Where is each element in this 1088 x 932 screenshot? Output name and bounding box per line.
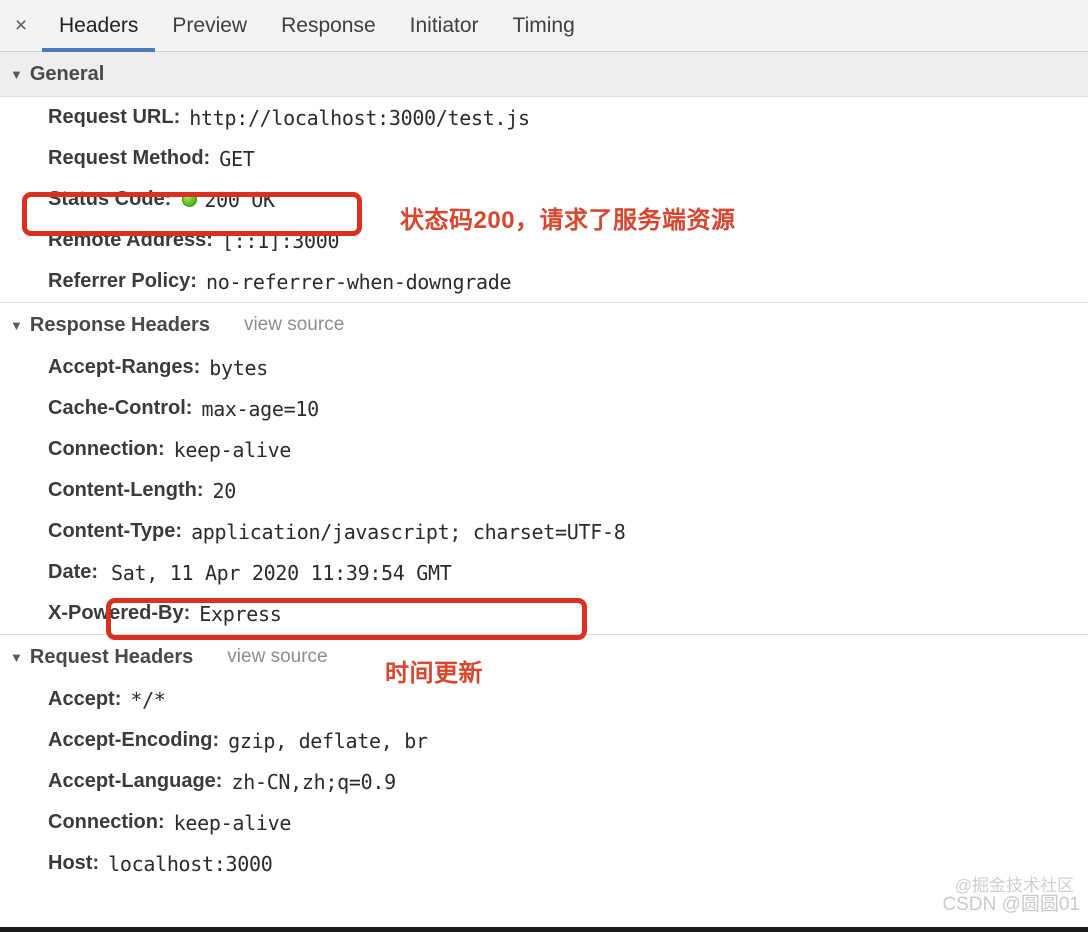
tab-headers-label: Headers: [59, 13, 139, 37]
header-value: no-referrer-when-downgrade: [205, 269, 512, 294]
chevron-down-icon[interactable]: ▼: [10, 68, 23, 81]
status-ok-dot-icon: [182, 192, 198, 207]
header-value: localhost:3000: [108, 851, 273, 876]
header-row: Request Method: GET: [0, 138, 1088, 179]
header-value: [::1]:3000: [221, 228, 340, 253]
header-name: Cache-Control:: [48, 397, 193, 419]
header-row: Cache-Control: max-age=10: [0, 388, 1088, 429]
watermark-csdn: CSDN @圆圆01: [942, 894, 1080, 915]
header-value: keep-alive: [173, 810, 292, 835]
header-row: Accept-Ranges: bytes: [0, 347, 1088, 388]
header-value: bytes: [209, 355, 268, 380]
section-title-general: General: [29, 62, 105, 85]
header-row: X-Powered-By: Express: [0, 593, 1088, 634]
chevron-down-icon[interactable]: ▼: [10, 651, 23, 664]
header-name: Status Code:: [48, 188, 172, 210]
header-name: Date:: [48, 561, 99, 583]
chevron-down-icon[interactable]: ▼: [10, 319, 23, 332]
section-header-request-headers[interactable]: ▼ Request Headers view source: [0, 634, 1088, 679]
tab-response[interactable]: Response: [264, 0, 393, 51]
header-value: zh-CN,zh;q=0.9: [231, 769, 396, 794]
section-header-general[interactable]: ▼ General: [0, 52, 1088, 97]
header-row: Request URL: http://localhost:3000/test.…: [0, 97, 1088, 138]
bottom-edge: [0, 927, 1088, 932]
tab-timing-label: Timing: [512, 13, 575, 37]
header-value: 200 OK: [204, 187, 275, 212]
header-row: Accept: */*: [0, 679, 1088, 720]
header-value: keep-alive: [173, 437, 292, 462]
header-name: Referrer Policy:: [48, 270, 197, 292]
header-value: 20: [212, 478, 237, 503]
view-source-link-response[interactable]: view source: [244, 314, 344, 336]
close-icon[interactable]: ×: [0, 0, 42, 51]
header-row: Accept-Encoding: gzip, deflate, br: [0, 720, 1088, 761]
header-value: GET: [219, 146, 255, 171]
section-title-response-headers: Response Headers: [29, 313, 210, 336]
header-row: Host: localhost:3000: [0, 843, 1088, 884]
header-name: Connection:: [48, 811, 165, 833]
header-name: X-Powered-By:: [48, 602, 191, 624]
header-row-date: Date: Sat, 11 Apr 2020 11:39:54 GMT: [0, 552, 1088, 593]
header-name: Connection:: [48, 438, 165, 460]
header-name: Accept:: [48, 688, 122, 710]
header-row: Accept-Language: zh-CN,zh;q=0.9: [0, 761, 1088, 802]
header-row: Content-Type: application/javascript; ch…: [0, 511, 1088, 552]
header-value: Express: [199, 601, 282, 626]
header-value: gzip, deflate, br: [228, 728, 428, 753]
response-headers-rows: Accept-Ranges: bytes Cache-Control: max-…: [0, 347, 1088, 634]
header-name: Remote Address:: [48, 229, 213, 251]
tab-preview-label: Preview: [172, 13, 248, 37]
header-value: http://localhost:3000/test.js: [189, 105, 530, 130]
tab-headers[interactable]: Headers: [42, 0, 156, 52]
header-name: Accept-Encoding:: [48, 729, 220, 751]
request-headers-rows: Accept: */* Accept-Encoding: gzip, defla…: [0, 679, 1088, 884]
view-source-link-request[interactable]: view source: [227, 646, 327, 668]
header-name: Accept-Ranges:: [48, 356, 201, 378]
header-value: application/javascript; charset=UTF-8: [191, 519, 626, 544]
annotation-status-code: 状态码200，请求了服务端资源: [400, 207, 736, 234]
tab-response-label: Response: [281, 13, 376, 37]
panel-tabbar: × Headers Preview Response Initiator Tim…: [0, 0, 1088, 52]
header-row: Referrer Policy: no-referrer-when-downgr…: [0, 261, 1088, 302]
header-name: Accept-Language:: [48, 770, 223, 792]
header-name: Request Method:: [48, 147, 211, 169]
section-header-response-headers[interactable]: ▼ Response Headers view source: [0, 302, 1088, 347]
header-row: Content-Length: 20: [0, 470, 1088, 511]
tab-initiator-label: Initiator: [409, 13, 479, 37]
header-name: Content-Type:: [48, 520, 183, 542]
devtools-network-headers-panel: × Headers Preview Response Initiator Tim…: [0, 0, 1088, 932]
header-name: Content-Length:: [48, 479, 204, 501]
tab-timing[interactable]: Timing: [496, 0, 592, 51]
header-value: Sat, 11 Apr 2020 11:39:54 GMT: [111, 560, 452, 585]
header-name: Request URL:: [48, 106, 181, 128]
header-row: Connection: keep-alive: [0, 802, 1088, 843]
tab-preview[interactable]: Preview: [155, 0, 264, 51]
header-name: Host:: [48, 852, 100, 874]
annotation-date: 时间更新: [385, 660, 483, 687]
header-value: */*: [130, 687, 166, 712]
section-title-request-headers: Request Headers: [29, 645, 194, 668]
header-row: Connection: keep-alive: [0, 429, 1088, 470]
header-value: max-age=10: [201, 396, 319, 421]
tab-initiator[interactable]: Initiator: [393, 0, 496, 51]
